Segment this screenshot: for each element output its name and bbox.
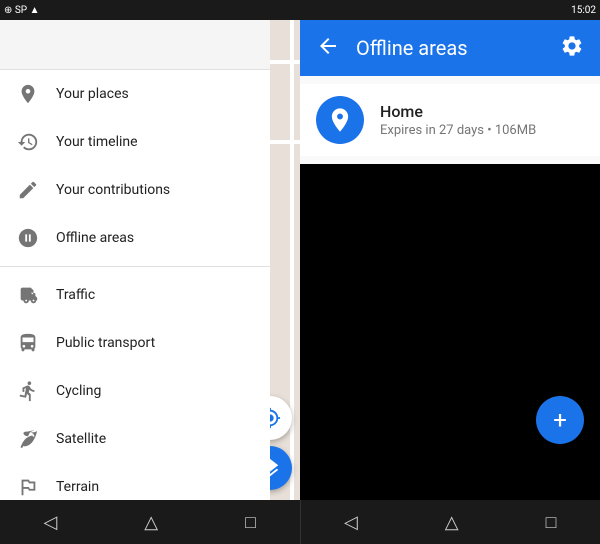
terrain-label: Terrain xyxy=(56,479,254,495)
offline-area-name: Home xyxy=(380,102,584,121)
pin-icon xyxy=(16,82,40,106)
drawer-item-your-timeline[interactable]: Your timeline xyxy=(0,118,270,166)
status-left-icons: ⊕ SP ▲ xyxy=(4,5,39,16)
back-nav-button-right[interactable]: ◁ xyxy=(332,504,370,541)
offline-panel: Offline areas Home Expire xyxy=(300,20,600,164)
home-nav-button[interactable]: △ xyxy=(132,504,170,541)
offline-icon xyxy=(16,226,40,250)
back-nav-button[interactable]: ◁ xyxy=(31,504,69,541)
drawer-item-satellite[interactable]: Satellite xyxy=(0,415,270,463)
traffic-label: Traffic xyxy=(56,287,254,303)
drawer-item-your-places[interactable]: Your places xyxy=(0,70,270,118)
main-content: Your places Your timeline Your con xyxy=(0,20,600,500)
offline-content: Home Expires in 27 days • 106MB xyxy=(300,76,600,164)
satellite-icon xyxy=(16,427,40,451)
add-offline-area-button[interactable]: + xyxy=(536,396,584,444)
drawer-header xyxy=(0,20,270,70)
offline-areas-label: Offline areas xyxy=(56,230,254,246)
bottom-nav-left: ◁ △ □ xyxy=(0,500,300,544)
offline-area-meta: Expires in 27 days • 106MB xyxy=(380,123,584,138)
location-fab[interactable] xyxy=(270,396,292,440)
offline-area-icon xyxy=(316,96,364,144)
map-road xyxy=(290,20,294,500)
recents-nav-button[interactable]: □ xyxy=(233,504,268,541)
plus-icon: + xyxy=(553,406,567,434)
terrain-icon xyxy=(16,475,40,499)
status-time: 15:02 xyxy=(571,5,596,16)
status-icons-left: ⊕ SP ▲ xyxy=(4,5,39,16)
drawer-item-your-contributions[interactable]: Your contributions xyxy=(0,166,270,214)
recents-nav-button-right[interactable]: □ xyxy=(534,504,569,541)
layers-fab[interactable] xyxy=(270,446,292,490)
map-road xyxy=(270,60,300,64)
home-nav-button-right[interactable]: △ xyxy=(433,504,471,541)
offline-header: Offline areas xyxy=(300,20,600,76)
drawer-item-terrain[interactable]: Terrain xyxy=(0,463,270,500)
bike-icon xyxy=(16,379,40,403)
cycling-label: Cycling xyxy=(56,383,254,399)
drawer-item-traffic[interactable]: Traffic xyxy=(0,271,270,319)
your-timeline-label: Your timeline xyxy=(56,134,254,150)
settings-button[interactable] xyxy=(560,34,584,63)
drawer-items-list: Your places Your timeline Your con xyxy=(0,70,270,500)
status-bar: ⊕ SP ▲ 15:02 xyxy=(0,0,600,20)
timeline-icon xyxy=(16,130,40,154)
traffic-icon xyxy=(16,283,40,307)
offline-title: Offline areas xyxy=(356,36,544,60)
map-road xyxy=(270,140,300,144)
map-background xyxy=(270,20,300,500)
contributions-icon xyxy=(16,178,40,202)
status-right-icons: 15:02 xyxy=(571,5,596,16)
drawer-item-offline-areas[interactable]: Offline areas xyxy=(0,214,270,262)
drawer-item-public-transport[interactable]: Public transport xyxy=(0,319,270,367)
your-contributions-label: Your contributions xyxy=(56,182,254,198)
satellite-label: Satellite xyxy=(56,431,254,447)
back-button[interactable] xyxy=(316,34,340,63)
bus-icon xyxy=(16,331,40,355)
bottom-navigation: ◁ △ □ ◁ △ □ xyxy=(0,500,600,544)
public-transport-label: Public transport xyxy=(56,335,254,351)
drawer-divider-1 xyxy=(0,266,270,267)
offline-area-item[interactable]: Home Expires in 27 days • 106MB xyxy=(300,84,600,156)
drawer-panel: Your places Your timeline Your con xyxy=(0,20,270,500)
your-places-label: Your places xyxy=(56,86,254,102)
drawer-item-cycling[interactable]: Cycling xyxy=(0,367,270,415)
offline-area-info: Home Expires in 27 days • 106MB xyxy=(380,102,584,138)
bottom-nav-right: ◁ △ □ xyxy=(301,500,600,544)
offline-panel-wrapper: Offline areas Home Expire xyxy=(300,20,600,500)
